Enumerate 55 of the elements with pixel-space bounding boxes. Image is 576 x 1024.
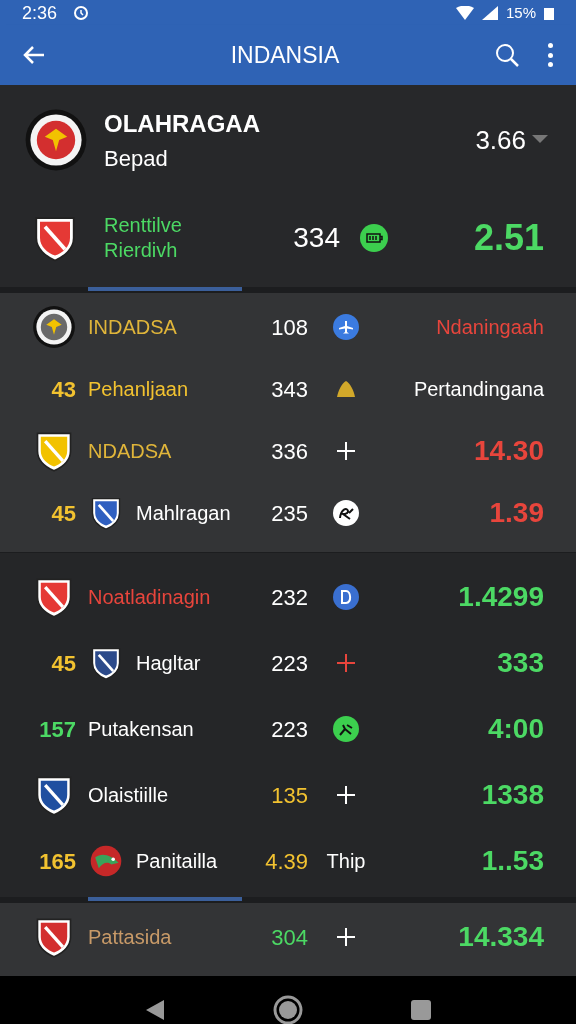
rank-number: 45	[51, 649, 76, 678]
score: 334	[292, 221, 340, 255]
rank-number: 165	[39, 847, 76, 876]
odds-value: 1338	[480, 778, 544, 812]
status-label: Ndaningaah	[435, 315, 544, 340]
league-title: OLAHRAGAA	[104, 108, 261, 139]
back-arrow-icon	[22, 45, 46, 65]
score: 343	[270, 375, 308, 404]
team-name: Pattasida	[88, 925, 172, 950]
score: 235	[270, 499, 308, 528]
search-icon	[494, 42, 520, 68]
recents-nav-icon[interactable]	[410, 998, 433, 1021]
score: 4.39	[264, 847, 308, 876]
signal-icon	[481, 5, 498, 20]
rank-number: 157	[39, 715, 76, 744]
home-nav-icon[interactable]	[273, 994, 303, 1024]
rank-number: 43	[51, 375, 76, 404]
status-time: 2:36	[22, 3, 58, 22]
score: 135	[270, 781, 308, 810]
score: 232	[270, 583, 308, 612]
odds-value: 333	[496, 646, 544, 680]
odds-value: 1.4299	[457, 580, 544, 614]
status-label: Pertandingana	[412, 377, 544, 402]
team-name: Olaistiille	[88, 783, 169, 808]
odds-value: 4:00	[486, 712, 544, 746]
score: 223	[270, 715, 308, 744]
app-title: INDANSIA	[229, 40, 341, 70]
tag-text: Thip	[326, 849, 366, 874]
battery-status-icon	[544, 5, 554, 20]
team-name: INDADSA	[88, 315, 177, 340]
team-name-line: Rierdivh	[104, 238, 179, 263]
odds-value: 1.39	[488, 496, 544, 530]
battery-percent: 15%	[505, 5, 536, 20]
alarm-icon	[73, 4, 90, 21]
score: 108	[270, 313, 308, 342]
team-name: Panitailla	[136, 849, 218, 874]
score: 336	[270, 437, 308, 466]
wifi-icon	[455, 5, 474, 20]
dropdown-caret-icon[interactable]	[532, 135, 548, 145]
odds-value: 14.334	[457, 920, 544, 954]
team-name: Pehanljaan	[88, 377, 189, 402]
odds-value: 2.51	[472, 216, 544, 260]
team-name: Noatladinagin	[88, 585, 211, 610]
team-name: Mahlragan	[136, 501, 231, 526]
team-name: Hagltar	[136, 651, 201, 676]
team-name: Putakensan	[88, 717, 194, 742]
odds-value: 1..53	[480, 844, 544, 878]
score: 304	[270, 923, 308, 952]
league-value: 3.66	[475, 123, 526, 157]
odds-value: 14.30	[472, 434, 544, 468]
score: 223	[270, 649, 308, 678]
team-name: NDADSA	[88, 439, 172, 464]
rank-number: 45	[51, 499, 76, 528]
team-name-line: Renttilve	[104, 213, 182, 238]
league-subtitle: Bepad	[104, 144, 169, 173]
